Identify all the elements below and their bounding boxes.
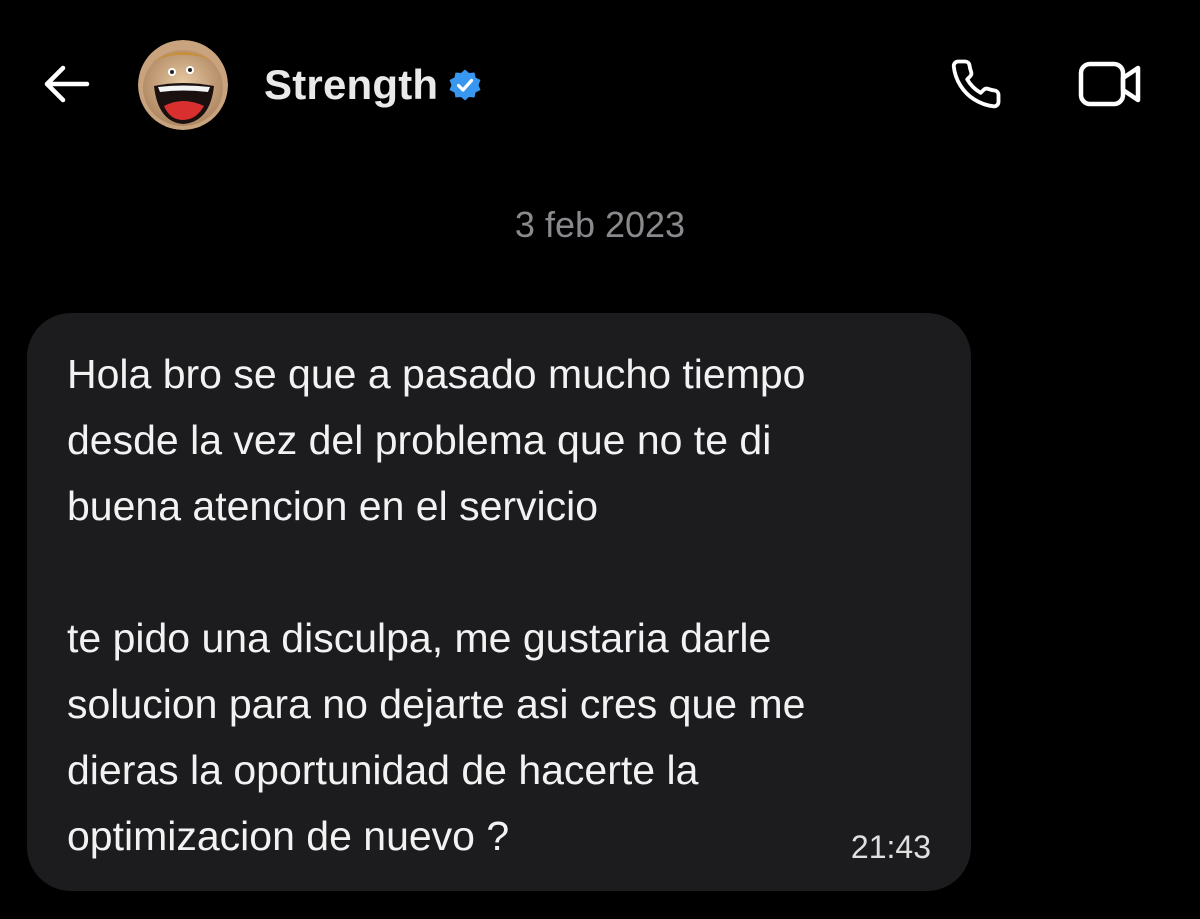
avatar[interactable] [138, 40, 228, 130]
phone-icon [951, 59, 1001, 109]
voice-call-button[interactable] [944, 54, 1008, 114]
contact-title[interactable]: Strength [264, 60, 482, 110]
message-text: Hola bro se que a pasado mucho tiempo de… [67, 351, 806, 859]
chat-header: Strength [0, 0, 1200, 170]
verified-badge-icon [448, 68, 482, 102]
video-camera-icon [1078, 61, 1141, 107]
cartoon-avatar-image [138, 40, 228, 130]
message-bubble[interactable]: Hola bro se que a pasado mucho tiempo de… [27, 313, 971, 891]
back-button[interactable] [38, 58, 94, 110]
message-timestamp: 21:43 [850, 829, 931, 865]
video-call-button[interactable] [1072, 54, 1148, 114]
contact-name: Strength [264, 61, 439, 108]
date-separator: 3 feb 2023 [514, 204, 686, 245]
arrow-left-icon [44, 65, 90, 103]
